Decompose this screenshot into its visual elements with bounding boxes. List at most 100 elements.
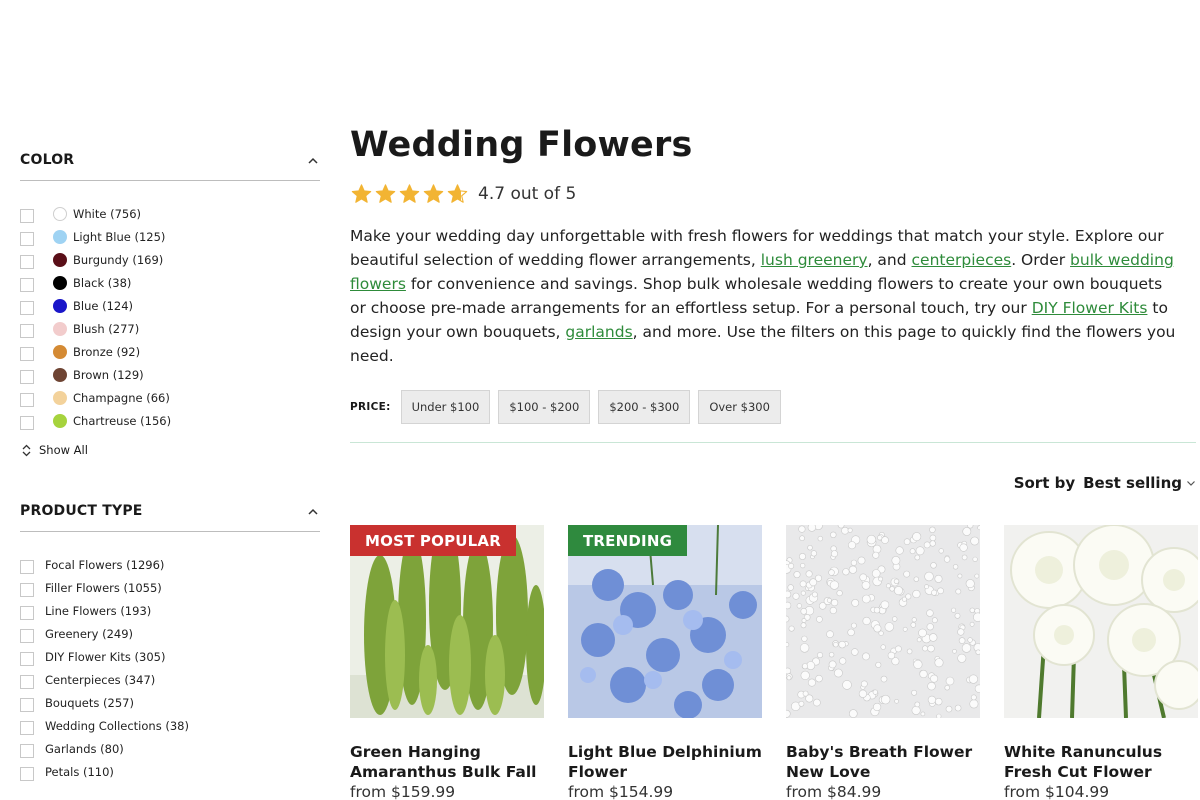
product-price: from $154.99 — [568, 783, 674, 800]
page-title: Wedding Flowers — [350, 125, 693, 165]
product-type-option[interactable]: Line Flowers (193) — [20, 600, 320, 623]
color-option[interactable]: Light Blue (125) — [20, 226, 320, 249]
color-facet: COLOR White (756) Light Blue (125) Burgund… — [20, 148, 320, 457]
checkbox[interactable] — [20, 254, 34, 269]
star-icon — [375, 184, 396, 203]
price-under-100-button[interactable]: Under $100 — [400, 390, 491, 424]
product-type-option-label: Greenery (249) — [45, 626, 134, 641]
color-option[interactable]: Bronze (92) — [20, 341, 320, 364]
color-option-label: Blue (124) — [73, 298, 134, 313]
product-type-facet-header[interactable]: PRODUCT TYPE — [20, 499, 320, 532]
chevron-up-icon[interactable] — [308, 156, 318, 166]
desc-text: . Order — [1011, 251, 1071, 269]
product-type-option[interactable]: Focal Flowers (1296) — [20, 554, 320, 577]
product-card[interactable]: White Ranunculus Fresh Cut Flower from $… — [1004, 525, 1198, 800]
color-option-label: Bronze (92) — [73, 344, 141, 359]
checkbox[interactable] — [20, 651, 34, 666]
chevron-down-icon — [1187, 481, 1195, 486]
product-type-option[interactable]: Bouquets (257) — [20, 692, 320, 715]
sort-dropdown[interactable]: Sort by Best selling — [1014, 474, 1196, 492]
color-option-label: Brown (129) — [73, 367, 144, 382]
product-card[interactable]: MOST POPULAR Green Hanging Amaranthus Bu… — [350, 525, 544, 800]
product-type-option-label: Petals (110) — [45, 764, 114, 779]
show-all-button[interactable]: Show All — [20, 443, 320, 457]
color-swatch — [53, 253, 67, 267]
divider — [350, 442, 1196, 443]
checkbox[interactable] — [20, 369, 34, 384]
product-type-option-label: Bouquets (257) — [45, 695, 134, 710]
product-type-option-label: Filler Flowers (1055) — [45, 580, 162, 595]
product-name[interactable]: White Ranunculus Fresh Cut Flower — [1004, 742, 1198, 782]
rating[interactable]: 4.7 out of 5 — [350, 178, 1196, 210]
product-name[interactable]: Light Blue Delphinium Flower — [568, 742, 762, 782]
product-type-option[interactable]: Filler Flowers (1055) — [20, 577, 320, 600]
desc-text: , and — [867, 251, 912, 269]
checkbox[interactable] — [20, 766, 34, 781]
product-type-option-label: DIY Flower Kits (305) — [45, 649, 166, 664]
product-type-option[interactable]: Garlands (80) — [20, 738, 320, 761]
color-option[interactable]: Blush (277) — [20, 318, 320, 341]
checkbox[interactable] — [20, 605, 34, 620]
color-option[interactable]: Blue (124) — [20, 295, 320, 318]
color-option[interactable]: Chartreuse (156) — [20, 410, 320, 433]
product-image[interactable]: MOST POPULAR — [350, 525, 544, 718]
filter-sidebar: COLOR White (756) Light Blue (125) Burgund… — [20, 148, 320, 784]
product-image[interactable]: TRENDING — [568, 525, 762, 718]
checkbox[interactable] — [20, 231, 34, 246]
checkbox[interactable] — [20, 697, 34, 712]
product-price: from $104.99 — [1004, 783, 1110, 800]
checkbox[interactable] — [20, 415, 34, 430]
color-option[interactable]: Champagne (66) — [20, 387, 320, 410]
product-type-option-label: Centerpieces (347) — [45, 672, 156, 687]
product-type-option[interactable]: DIY Flower Kits (305) — [20, 646, 320, 669]
color-option[interactable]: Burgundy (169) — [20, 249, 320, 272]
garlands-link[interactable]: garlands — [565, 323, 632, 341]
product-name[interactable]: Baby's Breath Flower New Love — [786, 742, 980, 782]
checkbox[interactable] — [20, 628, 34, 643]
color-option[interactable]: White (756) — [20, 203, 320, 226]
checkbox[interactable] — [20, 323, 34, 338]
product-name[interactable]: Green Hanging Amaranthus Bulk Fall ... — [350, 742, 544, 782]
checkbox[interactable] — [20, 743, 34, 758]
price-over-300-button[interactable]: Over $300 — [698, 390, 781, 424]
color-facet-header[interactable]: COLOR — [20, 148, 320, 181]
color-swatch — [53, 276, 67, 290]
color-swatch — [53, 368, 67, 382]
price-100-200-button[interactable]: $100 - $200 — [498, 390, 591, 424]
price-200-300-button[interactable]: $200 - $300 — [598, 390, 691, 424]
product-type-option[interactable]: Greenery (249) — [20, 623, 320, 646]
chevron-up-icon[interactable] — [308, 507, 318, 517]
product-type-option[interactable]: Petals (110) — [20, 761, 320, 784]
diy-flower-kits-link[interactable]: DIY Flower Kits — [1032, 299, 1148, 317]
product-card[interactable]: TRENDING Light Blue Delphinium Flower fr… — [568, 525, 762, 800]
checkbox[interactable] — [20, 300, 34, 315]
show-all-label: Show All — [39, 443, 88, 457]
color-option-label: Chartreuse (156) — [73, 413, 172, 428]
color-swatch — [53, 345, 67, 359]
price-label: PRICE: — [350, 401, 391, 413]
product-type-option[interactable]: Wedding Collections (38) — [20, 715, 320, 738]
checkbox[interactable] — [20, 392, 34, 407]
product-type-option-label: Line Flowers (193) — [45, 603, 152, 618]
centerpieces-link[interactable]: centerpieces — [912, 251, 1012, 269]
product-card[interactable]: Baby's Breath Flower New Love from $84.9… — [786, 525, 980, 800]
product-image[interactable] — [786, 525, 980, 718]
color-option[interactable]: Black (38) — [20, 272, 320, 295]
rating-stars — [350, 183, 470, 205]
product-image[interactable] — [1004, 525, 1198, 718]
product-type-option-label: Garlands (80) — [45, 741, 124, 756]
checkbox[interactable] — [20, 674, 34, 689]
checkbox[interactable] — [20, 346, 34, 361]
checkbox[interactable] — [20, 208, 34, 223]
color-option[interactable]: Brown (129) — [20, 364, 320, 387]
checkbox[interactable] — [20, 559, 34, 574]
rating-text: 4.7 out of 5 — [478, 184, 577, 204]
color-facet-title: COLOR — [20, 152, 75, 168]
star-icon — [351, 184, 372, 203]
product-type-option[interactable]: Centerpieces (347) — [20, 669, 320, 692]
lush-greenery-link[interactable]: lush greenery — [761, 251, 868, 269]
checkbox[interactable] — [20, 582, 34, 597]
checkbox[interactable] — [20, 720, 34, 735]
checkbox[interactable] — [20, 277, 34, 292]
color-option-label: Champagne (66) — [73, 390, 170, 405]
